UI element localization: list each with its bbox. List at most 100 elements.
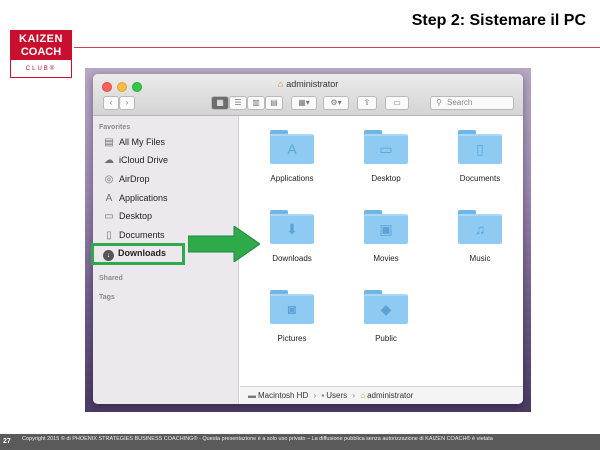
sidebar-item-icloud-drive[interactable]: ☁ iCloud Drive: [103, 152, 227, 168]
folder-movies[interactable]: ▣ Movies: [348, 210, 424, 263]
header-rule: [74, 47, 600, 48]
finder-window: ⌂ administrator ‹ › ▦ ☰ ▥ ▤ ▦▾ ⚙▾ ⇧ ▭ ⚲ S…: [93, 74, 523, 404]
path-drive[interactable]: Macintosh HD: [258, 391, 308, 400]
folder-icon: A: [270, 130, 314, 164]
folder-music[interactable]: ♫ Music: [442, 210, 518, 263]
folder-documents[interactable]: ▯ Documents: [442, 130, 518, 183]
cover-flow-button[interactable]: ▤: [265, 96, 283, 110]
folder-label: Movies: [373, 254, 399, 263]
folder-label: Applications: [270, 174, 314, 183]
documents-icon: ▯: [106, 230, 112, 241]
kaizen-coach-logo: KAIZEN COACH CLUB®: [10, 30, 72, 78]
folder-label: Public: [375, 334, 397, 343]
grid-icon: ▦: [216, 98, 224, 107]
folder-icon: ◙: [270, 290, 314, 324]
folder-small-icon: ▪: [321, 391, 325, 400]
arrange-icon: ▦▾: [298, 98, 310, 107]
sidebar-item-label: Documents: [119, 230, 165, 240]
page-number: 27: [3, 438, 11, 445]
folder-public[interactable]: ◆ Public: [348, 290, 424, 343]
folder-grid: A Applications ▭ Desktop ▯ Documents ⬇ D…: [240, 116, 523, 386]
desktop-icon: ▭: [104, 211, 114, 222]
slide-title: Step 2: Sistemare il PC: [411, 12, 586, 29]
sidebar-item-label: All My Files: [119, 137, 166, 147]
icon-view-button[interactable]: ▦: [211, 96, 229, 110]
movies-icon: ▣: [379, 221, 393, 237]
sidebar-item-desktop[interactable]: ▭ Desktop: [103, 208, 227, 224]
folder-label: Pictures: [277, 334, 307, 343]
logo-line-2: COACH: [11, 46, 71, 60]
folder-pictures[interactable]: ◙ Pictures: [254, 290, 330, 343]
folder-icon: ♫: [458, 210, 502, 244]
folder-applications[interactable]: A Applications: [254, 130, 330, 183]
folder-icon: ▯: [458, 130, 502, 164]
path-folder[interactable]: Users: [326, 391, 347, 400]
titlebar: ⌂ administrator ‹ › ▦ ☰ ▥ ▤ ▦▾ ⚙▾ ⇧ ▭ ⚲ S…: [93, 74, 523, 116]
logo-line-1: KAIZEN: [11, 31, 71, 46]
folder-icon: ▭: [364, 130, 408, 164]
gear-icon: ⚙▾: [330, 98, 342, 107]
green-arrow-icon: [188, 226, 260, 262]
home-icon: ⌂: [360, 391, 366, 400]
sidebar-item-airdrop[interactable]: ◎ AirDrop: [103, 171, 227, 187]
downloads-highlight-box: [91, 243, 185, 265]
cover-flow-icon: ▤: [270, 98, 278, 107]
chevron-left-icon: ‹: [109, 98, 113, 107]
folder-label: Documents: [459, 174, 501, 183]
action-button[interactable]: ⚙▾: [323, 96, 349, 110]
window-title-text: administrator: [286, 79, 339, 89]
columns-icon: ▥: [252, 98, 260, 107]
folder-label: Desktop: [371, 174, 401, 183]
list-view-button[interactable]: ☰: [229, 96, 247, 110]
search-icon: ⚲: [436, 98, 442, 107]
sidebar-header-tags: Tags: [99, 294, 115, 301]
tag-icon: ▭: [393, 98, 401, 107]
chevron-right-icon: ›: [125, 98, 129, 107]
folder-icon: ◆: [364, 290, 408, 324]
search-field[interactable]: ⚲ Search: [430, 96, 514, 110]
folder-downloads[interactable]: ⬇ Downloads: [254, 210, 330, 263]
all-files-icon: ▤: [104, 137, 114, 148]
forward-button[interactable]: ›: [119, 96, 135, 110]
sidebar-item-all-my-files[interactable]: ▤ All My Files: [103, 134, 227, 150]
slide-footer: 27 Copyright 2015 © di PHOENIX STRATEGIE…: [0, 434, 600, 450]
sidebar-item-label: AirDrop: [119, 174, 150, 184]
pictures-icon: ◙: [287, 301, 297, 317]
folder-icon: ▣: [364, 210, 408, 244]
tags-button[interactable]: ▭: [385, 96, 409, 110]
share-button[interactable]: ⇧: [357, 96, 377, 110]
applications-icon: A: [105, 193, 113, 204]
logo-line-3: CLUB®: [25, 66, 57, 72]
copyright-notice: Copyright 2015 © di PHOENIX STRATEGIES B…: [22, 436, 493, 442]
cloud-icon: ☁: [104, 155, 114, 166]
sidebar-header-favorites: Favorites: [99, 124, 131, 131]
sidebar-header-shared: Shared: [99, 275, 123, 282]
applications-icon: A: [287, 141, 297, 157]
downloads-icon: ⬇: [286, 221, 298, 237]
back-button[interactable]: ‹: [103, 96, 119, 110]
music-icon: ♫: [474, 221, 486, 237]
folder-label: Music: [469, 254, 491, 263]
desktop-icon: ▭: [379, 141, 393, 157]
folder-icon: ⬇: [270, 210, 314, 244]
path-user[interactable]: administrator: [367, 391, 413, 400]
arrange-button[interactable]: ▦▾: [291, 96, 317, 110]
window-title: ⌂ administrator: [93, 79, 523, 89]
home-icon: ⌂: [277, 79, 284, 89]
documents-icon: ▯: [476, 141, 484, 157]
sidebar-item-label: iCloud Drive: [119, 155, 169, 165]
path-bar: ▬ Macintosh HD › ▪ Users › ⌂ administrator: [240, 386, 523, 404]
folder-desktop[interactable]: ▭ Desktop: [348, 130, 424, 183]
column-view-button[interactable]: ▥: [247, 96, 265, 110]
finder-screenshot: ⌂ administrator ‹ › ▦ ☰ ▥ ▤ ▦▾ ⚙▾ ⇧ ▭ ⚲ S…: [85, 68, 531, 412]
list-icon: ☰: [234, 98, 242, 107]
sidebar-item-label: Desktop: [119, 211, 153, 221]
airdrop-icon: ◎: [104, 174, 114, 185]
search-placeholder: Search: [447, 98, 473, 107]
path-separator-icon: ›: [352, 391, 356, 400]
drive-icon: ▬: [248, 391, 256, 400]
sidebar-item-applications[interactable]: A Applications: [103, 190, 227, 206]
sidebar-item-label: Applications: [119, 193, 168, 203]
path-separator-icon: ›: [313, 391, 317, 400]
folder-label: Downloads: [272, 254, 312, 263]
